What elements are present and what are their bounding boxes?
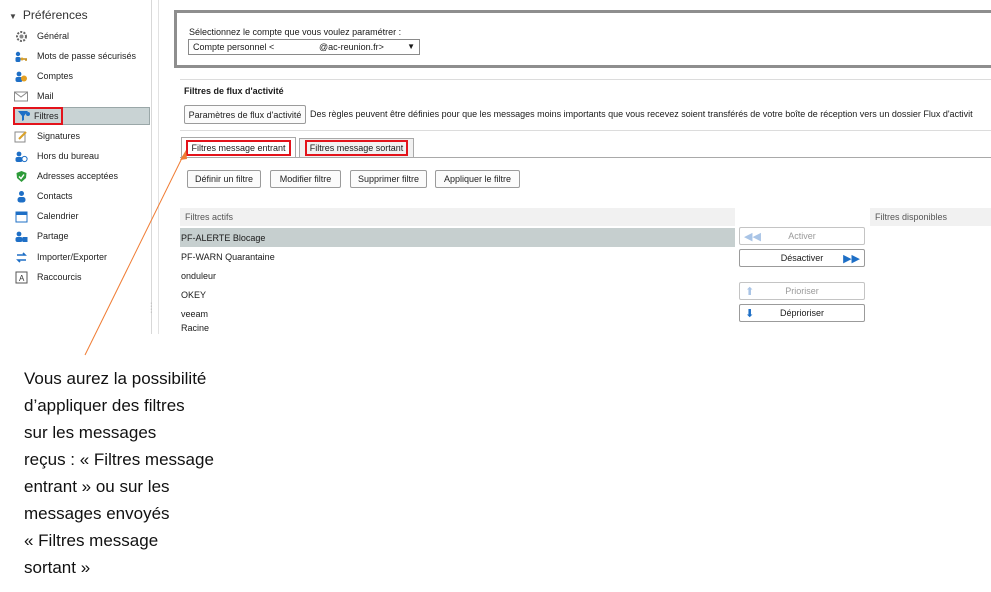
annotation-line: reçus : « Filtres message — [24, 450, 214, 469]
annotation-line: entrant » ou sur les — [24, 477, 170, 496]
annotation-line: sur les messages — [24, 423, 157, 442]
annotation-line: sortant » — [24, 558, 91, 577]
annotation-line: Vous aurez la possibilité — [24, 369, 207, 388]
annotation-line: messages envoyés — [24, 504, 170, 523]
annotation-text: Vous aurez la possibilité d’appliquer de… — [24, 365, 254, 581]
annotation-line: d’appliquer des filtres — [24, 396, 185, 415]
annotation-line: « Filtres message — [24, 531, 159, 550]
